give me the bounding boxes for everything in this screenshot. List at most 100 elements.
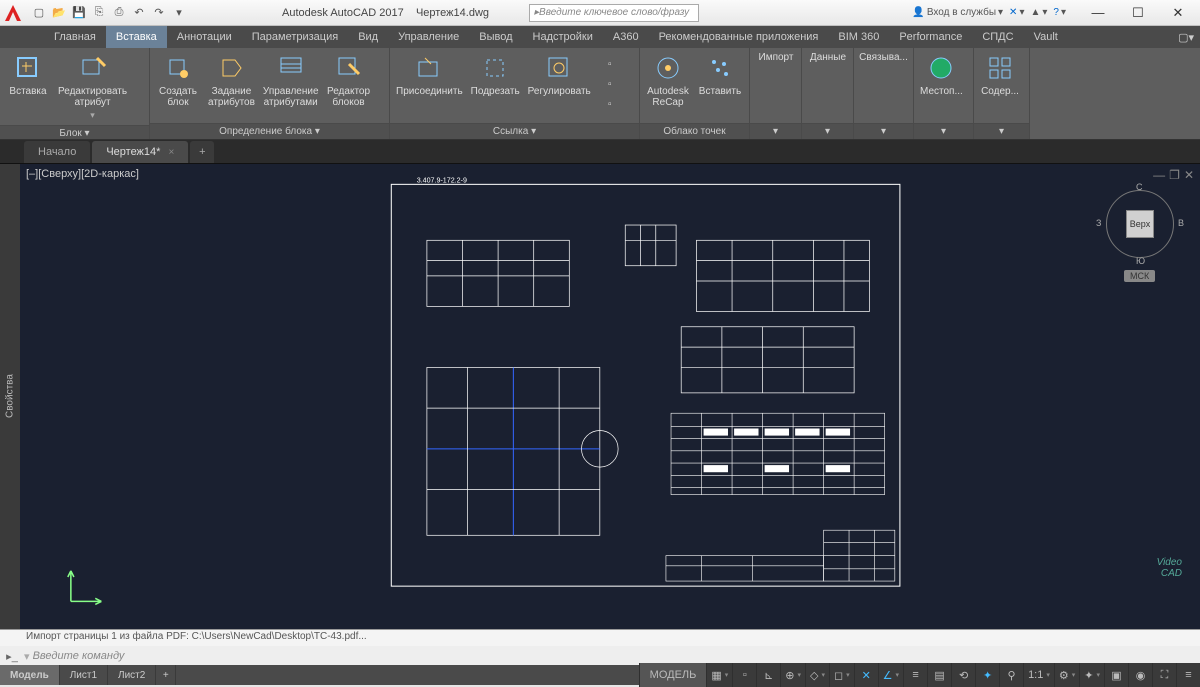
recap-button[interactable]: Autodesk ReCap [646, 52, 690, 108]
viewcube-top-face[interactable]: Верх [1126, 210, 1154, 238]
viewcube-west[interactable]: З [1096, 218, 1101, 228]
status-osnap-icon[interactable]: ◻▾ [829, 663, 854, 687]
vp-close-icon[interactable]: ✕ [1184, 168, 1194, 182]
exchange-icon[interactable]: ✕ [1009, 7, 1017, 18]
tab-spds[interactable]: СПДС [972, 26, 1023, 48]
ribbon-overflow-icon[interactable]: ▢▾ [1172, 26, 1200, 48]
app-logo[interactable] [0, 0, 26, 26]
tab-annotate[interactable]: Аннотации [167, 26, 242, 48]
status-gear-icon[interactable]: ⚙▾ [1054, 663, 1079, 687]
panel-title-blockdef[interactable]: Определение блока ▾ [150, 123, 389, 139]
block-editor-button[interactable]: Редактор блоков [327, 52, 371, 108]
data-button[interactable]: Данные [808, 52, 848, 63]
status-otrack-icon[interactable]: ∠▾ [878, 663, 903, 687]
status-polar-icon[interactable]: ⊕▾ [780, 663, 805, 687]
status-model-button[interactable]: МОДЕЛЬ [639, 663, 707, 687]
properties-palette-tab[interactable]: Свойства [0, 164, 20, 629]
tab-view[interactable]: Вид [348, 26, 388, 48]
viewport-label[interactable]: [–][Сверху][2D-каркас] [26, 168, 139, 180]
viewcube[interactable]: Верх С Ю В З МСК [1100, 184, 1180, 264]
redo-icon[interactable]: ↷ [150, 4, 168, 22]
panel-title-block[interactable]: Блок ▾ [0, 125, 149, 139]
tab-addins[interactable]: Надстройки [523, 26, 603, 48]
layout-tab-sheet1[interactable]: Лист1 [60, 665, 108, 685]
viewcube-south[interactable]: Ю [1136, 256, 1145, 266]
tab-output[interactable]: Вывод [469, 26, 522, 48]
status-ortho-icon[interactable]: ⊾ [756, 663, 780, 687]
drawing-canvas[interactable]: [–][Сверху][2D-каркас] — ❐ ✕ 3.407.9-172… [20, 164, 1200, 629]
maximize-button[interactable]: ☐ [1118, 0, 1158, 26]
panel-drop-import[interactable]: ▾ [750, 123, 801, 139]
adjust-button[interactable]: Регулировать [528, 52, 591, 97]
tab-featured[interactable]: Рекомендованные приложения [649, 26, 829, 48]
content-button[interactable]: Содер... [980, 52, 1020, 97]
panel-drop-data[interactable]: ▾ [802, 123, 853, 139]
status-hardware-icon[interactable]: ◉ [1128, 663, 1152, 687]
create-block-button[interactable]: Создать блок [156, 52, 200, 108]
undo-icon[interactable]: ↶ [130, 4, 148, 22]
new-tab-button[interactable]: + [190, 141, 214, 163]
new-icon[interactable]: ▢ [30, 4, 48, 22]
plot-icon[interactable]: ⎙ [110, 4, 128, 22]
link-button[interactable]: Связыва... [860, 52, 907, 63]
command-prompt-icon[interactable]: ▸_ [0, 650, 24, 663]
viewcube-north[interactable]: С [1136, 182, 1143, 192]
a360-icon[interactable]: ▲ [1030, 7, 1040, 18]
open-icon[interactable]: 📂 [50, 4, 68, 22]
panel-title-ref[interactable]: Ссылка ▾ [390, 123, 639, 139]
close-tab-icon[interactable]: × [168, 147, 174, 158]
viewcube-wcs[interactable]: МСК [1124, 270, 1155, 282]
status-lineweight-icon[interactable]: ≡ [903, 663, 927, 687]
tab-parametric[interactable]: Параметризация [242, 26, 348, 48]
viewcube-east[interactable]: В [1178, 218, 1184, 228]
vp-restore-icon[interactable]: ❐ [1169, 168, 1180, 182]
saveas-icon[interactable]: ⎘ [90, 4, 108, 22]
manage-attributes-button[interactable]: Управление атрибутами [263, 52, 319, 108]
status-grid-icon[interactable]: ▦▾ [706, 663, 732, 687]
close-button[interactable]: ✕ [1158, 0, 1198, 26]
status-workspace-icon[interactable]: ✦▾ [1079, 663, 1104, 687]
insert-pc-button[interactable]: Вставить [698, 52, 742, 97]
tab-a360[interactable]: A360 [603, 26, 649, 48]
ref-small-1[interactable]: ▫ [599, 56, 621, 72]
import-button[interactable]: Импорт [756, 52, 796, 63]
ref-small-2[interactable]: ▫ [599, 76, 621, 92]
tab-main[interactable]: Главная [44, 26, 106, 48]
layout-tab-sheet2[interactable]: Лист2 [108, 665, 156, 685]
location-button[interactable]: Местоп... [920, 52, 963, 97]
layout-add-button[interactable]: + [156, 665, 176, 685]
status-scale-button[interactable]: 1:1▾ [1023, 663, 1054, 687]
command-input[interactable]: Введите команду [33, 650, 1200, 662]
status-annomonitor-icon[interactable]: ✦ [975, 663, 999, 687]
file-tab-drawing[interactable]: Чертеж14*× [92, 141, 188, 163]
help-icon[interactable]: ? [1053, 7, 1059, 18]
help-search-input[interactable]: ▸ Введите ключевое слово/фразу [529, 4, 699, 22]
ref-small-3[interactable]: ▫ [599, 96, 621, 112]
clip-button[interactable]: Подрезать [471, 52, 520, 97]
define-attributes-button[interactable]: Задание атрибутов [208, 52, 255, 108]
layout-tab-model[interactable]: Модель [0, 665, 60, 685]
status-isoplane-icon[interactable]: ◇▾ [805, 663, 829, 687]
panel-drop-loc[interactable]: ▾ [914, 123, 973, 139]
status-cleanscreen-icon[interactable]: ⛶ [1152, 663, 1176, 687]
minimize-button[interactable]: — [1078, 0, 1118, 26]
status-3dosnap-icon[interactable]: ✕ [854, 663, 878, 687]
tab-manage[interactable]: Управление [388, 26, 469, 48]
panel-drop-content[interactable]: ▾ [974, 123, 1029, 139]
status-snap-icon[interactable]: ▫ [732, 663, 756, 687]
status-cycling-icon[interactable]: ⟲ [951, 663, 975, 687]
tab-performance[interactable]: Performance [889, 26, 972, 48]
vp-minimize-icon[interactable]: — [1153, 168, 1165, 182]
tab-bim360[interactable]: BIM 360 [828, 26, 889, 48]
login-button[interactable]: 👤 Вход в службы▾ [912, 7, 1003, 18]
qat-more-icon[interactable]: ▾ [170, 4, 188, 22]
status-annoscale-icon[interactable]: ⚲ [999, 663, 1023, 687]
tab-insert[interactable]: Вставка [106, 26, 167, 48]
status-customize-icon[interactable]: ≡ [1176, 663, 1200, 687]
attach-button[interactable]: Присоединить [396, 52, 463, 97]
status-quickprops-icon[interactable]: ▣ [1104, 663, 1128, 687]
tab-vault[interactable]: Vault [1024, 26, 1068, 48]
file-tab-start[interactable]: Начало [24, 141, 90, 163]
save-icon[interactable]: 💾 [70, 4, 88, 22]
insert-block-button[interactable]: Вставка [6, 52, 50, 97]
